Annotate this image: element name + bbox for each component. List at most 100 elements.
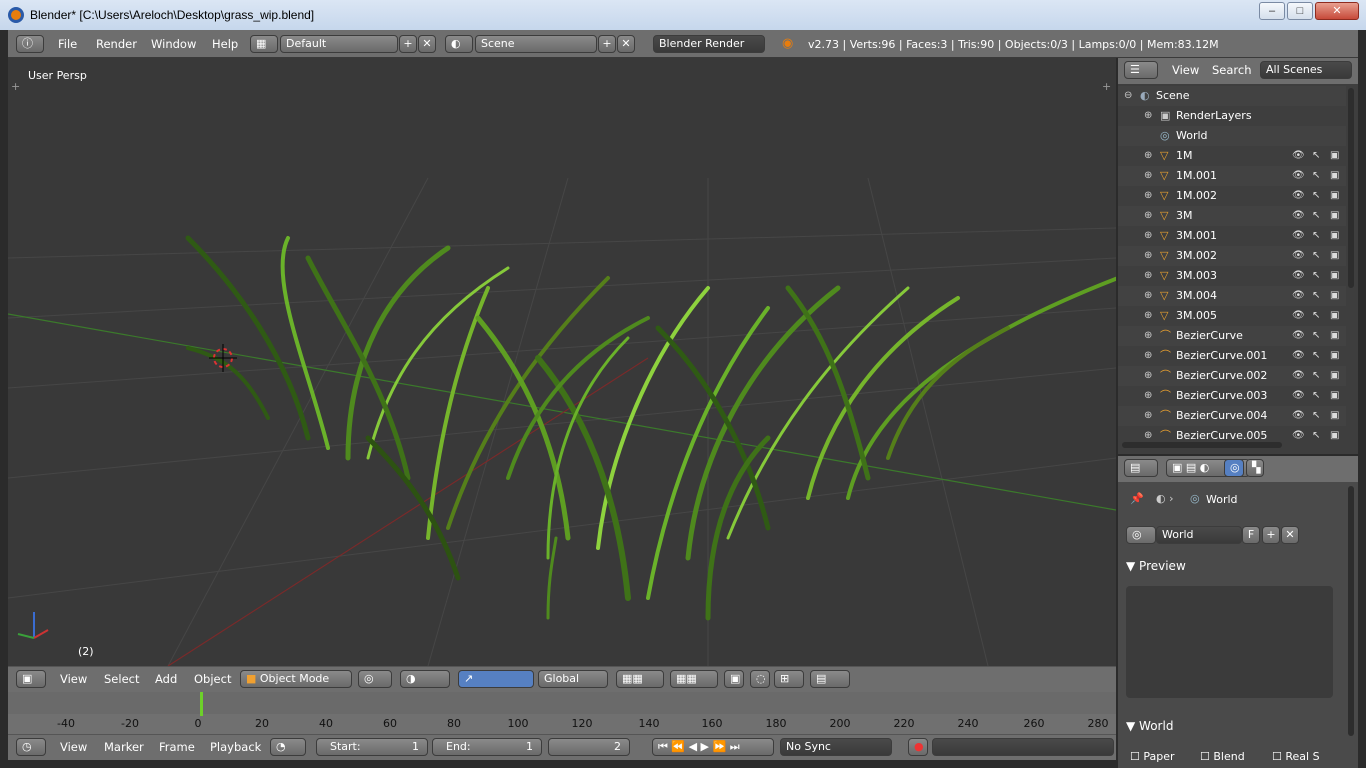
pivot-icon[interactable]: ◑ bbox=[400, 670, 450, 688]
eye-icon[interactable]: 👁 bbox=[1292, 306, 1305, 326]
minimize-icon[interactable]: – bbox=[1259, 2, 1285, 20]
menu-frame[interactable]: Frame bbox=[159, 740, 195, 754]
outliner-hscrollbar[interactable] bbox=[1122, 442, 1282, 448]
keying-set-field[interactable] bbox=[932, 738, 1114, 756]
cursor-icon[interactable]: ↖ bbox=[1312, 326, 1320, 346]
paper-sky-checkbox[interactable]: ☐ Paper bbox=[1130, 750, 1175, 763]
cursor-icon[interactable]: ↖ bbox=[1312, 406, 1320, 426]
proportional-edit-icon[interactable]: ◌ bbox=[750, 670, 770, 688]
outliner-row[interactable]: ⊕ ▽ 1M.001 👁 ↖ ▣ bbox=[1118, 166, 1346, 186]
eye-icon[interactable]: 👁 bbox=[1292, 266, 1305, 286]
menu-marker[interactable]: Marker bbox=[104, 740, 144, 754]
cursor-icon[interactable]: ↖ bbox=[1312, 386, 1320, 406]
editor-type-properties-icon[interactable]: ▤ bbox=[1124, 459, 1158, 477]
eye-icon[interactable]: 👁 bbox=[1292, 406, 1305, 426]
menu-playback[interactable]: Playback bbox=[210, 740, 261, 754]
outliner-row[interactable]: ◎ World bbox=[1118, 126, 1346, 146]
layout-icon[interactable]: ▦ bbox=[250, 35, 278, 53]
outliner-row[interactable]: ⊕ ⌒ BezierCurve.004 👁 ↖ ▣ bbox=[1118, 406, 1346, 426]
expand-icon[interactable]: ⊕ bbox=[1144, 366, 1152, 386]
outliner-row[interactable]: ⊕ ⌒ BezierCurve.001 👁 ↖ ▣ bbox=[1118, 346, 1346, 366]
cursor-icon[interactable]: ↖ bbox=[1312, 226, 1320, 246]
eye-icon[interactable]: 👁 bbox=[1292, 226, 1305, 246]
expand-icon[interactable]: ⊕ bbox=[1144, 306, 1152, 326]
add-scene-icon[interactable]: + bbox=[598, 35, 616, 53]
render-toggle-icon[interactable]: ▣ bbox=[1330, 386, 1339, 406]
eye-icon[interactable]: 👁 bbox=[1292, 286, 1305, 306]
editor-type-outliner-icon[interactable]: ☰ bbox=[1124, 61, 1158, 79]
render-toggle-icon[interactable]: ▣ bbox=[1330, 266, 1339, 286]
sync-selector[interactable]: No Sync bbox=[780, 738, 892, 756]
cursor-icon[interactable]: ↖ bbox=[1312, 426, 1320, 440]
world-name-field[interactable]: World bbox=[1156, 526, 1242, 544]
layout-selector[interactable]: Default bbox=[280, 35, 398, 53]
expand-icon[interactable]: ⊕ bbox=[1144, 346, 1152, 366]
mode-selector[interactable]: ■ Object Mode bbox=[240, 670, 352, 688]
expand-icon[interactable]: ⊕ bbox=[1144, 386, 1152, 406]
render-toggle-icon[interactable]: ▣ bbox=[1330, 346, 1339, 366]
render-toggle-icon[interactable]: ▣ bbox=[1330, 306, 1339, 326]
render-toggle-icon[interactable]: ▣ bbox=[1330, 186, 1339, 206]
snap-icon[interactable]: ⊞ bbox=[774, 670, 804, 688]
timeline[interactable]: -40 -20 0 20 40 60 80 100 120 140 160 18… bbox=[8, 692, 1116, 734]
outliner-row[interactable]: ⊕ ⌒ BezierCurve.003 👁 ↖ ▣ bbox=[1118, 386, 1346, 406]
render-toggle-icon[interactable]: ▣ bbox=[1330, 426, 1339, 440]
expand-icon[interactable]: ⊕ bbox=[1144, 246, 1152, 266]
menu-outliner-view[interactable]: View bbox=[1172, 63, 1199, 77]
render-toggle-icon[interactable]: ▣ bbox=[1330, 206, 1339, 226]
render-icon[interactable]: ▤ bbox=[810, 670, 850, 688]
expand-icon[interactable]: ⊕ bbox=[1144, 266, 1152, 286]
render-toggle-icon[interactable]: ▣ bbox=[1330, 166, 1339, 186]
eye-icon[interactable]: 👁 bbox=[1292, 426, 1305, 440]
expand-icon[interactable]: ⊕ bbox=[1144, 206, 1152, 226]
layers-1-icon[interactable]: ▦▦ bbox=[616, 670, 664, 688]
playback-controls[interactable]: ⏮ ⏪ ◀ ▶ ⏩ ⏭ bbox=[652, 738, 774, 756]
scene-icon[interactable]: ◐ bbox=[445, 35, 473, 53]
outliner-row[interactable]: ⊕ ▽ 1M 👁 ↖ ▣ bbox=[1118, 146, 1346, 166]
keying-icon[interactable]: ◔ bbox=[270, 738, 306, 756]
menu-timeline-view[interactable]: View bbox=[60, 740, 87, 754]
close-icon[interactable]: ✕ bbox=[1315, 2, 1359, 20]
menu-outliner-search[interactable]: Search bbox=[1212, 63, 1252, 77]
expand-icon[interactable]: ⊕ bbox=[1144, 286, 1152, 306]
eye-icon[interactable]: 👁 bbox=[1292, 246, 1305, 266]
cursor-icon[interactable]: ↖ bbox=[1312, 366, 1320, 386]
menu-select[interactable]: Select bbox=[104, 672, 139, 686]
remove-scene-icon[interactable]: ✕ bbox=[617, 35, 635, 53]
cursor-icon[interactable]: ↖ bbox=[1312, 246, 1320, 266]
editor-type-timeline-icon[interactable]: ◷ bbox=[16, 738, 46, 756]
outliner-row[interactable]: ⊕ ⌒ BezierCurve.002 👁 ↖ ▣ bbox=[1118, 366, 1346, 386]
cursor-icon[interactable]: ↖ bbox=[1312, 306, 1320, 326]
render-toggle-icon[interactable]: ▣ bbox=[1330, 226, 1339, 246]
viewport-shading-icon[interactable]: ◎ bbox=[358, 670, 392, 688]
outliner-row[interactable]: ⊕ ▽ 3M.005 👁 ↖ ▣ bbox=[1118, 306, 1346, 326]
expand-icon[interactable]: ⊕ bbox=[1144, 426, 1152, 440]
fake-user-button[interactable]: F bbox=[1242, 526, 1260, 544]
editor-type-3d-icon[interactable]: ▣ bbox=[16, 670, 46, 688]
cursor-icon[interactable]: ↖ bbox=[1312, 206, 1320, 226]
panel-preview-header[interactable]: ▼ Preview bbox=[1126, 556, 1338, 576]
cursor-icon[interactable]: ↖ bbox=[1312, 346, 1320, 366]
current-frame-marker[interactable] bbox=[200, 692, 203, 716]
layers-2-icon[interactable]: ▦▦ bbox=[670, 670, 718, 688]
properties-scrollbar[interactable] bbox=[1348, 486, 1354, 736]
menu-add[interactable]: Add bbox=[155, 672, 177, 686]
expand-icon[interactable]: ⊕ bbox=[1144, 226, 1152, 246]
expand-icon[interactable]: ⊕ bbox=[1144, 106, 1152, 126]
menu-object[interactable]: Object bbox=[194, 672, 231, 686]
cursor-icon[interactable]: ↖ bbox=[1312, 146, 1320, 166]
real-sky-checkbox[interactable]: ☐ Real S bbox=[1272, 750, 1320, 763]
render-toggle-icon[interactable]: ▣ bbox=[1330, 366, 1339, 386]
current-frame-field[interactable]: 2 bbox=[548, 738, 630, 756]
menu-render[interactable]: Render bbox=[96, 37, 137, 51]
texture-tab-icon[interactable]: ▚ bbox=[1246, 459, 1264, 477]
render-toggle-icon[interactable]: ▣ bbox=[1330, 146, 1339, 166]
toolshelf-toggle-icon[interactable]: + bbox=[11, 80, 20, 93]
record-icon[interactable]: ● bbox=[908, 738, 928, 756]
end-frame-field[interactable]: End: 1 bbox=[432, 738, 542, 756]
expand-icon[interactable]: ⊕ bbox=[1144, 166, 1152, 186]
3d-viewport[interactable]: User Persp (2) + + bbox=[8, 58, 1116, 666]
lock-layers-icon[interactable]: ▣ bbox=[724, 670, 744, 688]
pin-icon[interactable]: 📌 bbox=[1130, 492, 1144, 505]
eye-icon[interactable]: 👁 bbox=[1292, 386, 1305, 406]
